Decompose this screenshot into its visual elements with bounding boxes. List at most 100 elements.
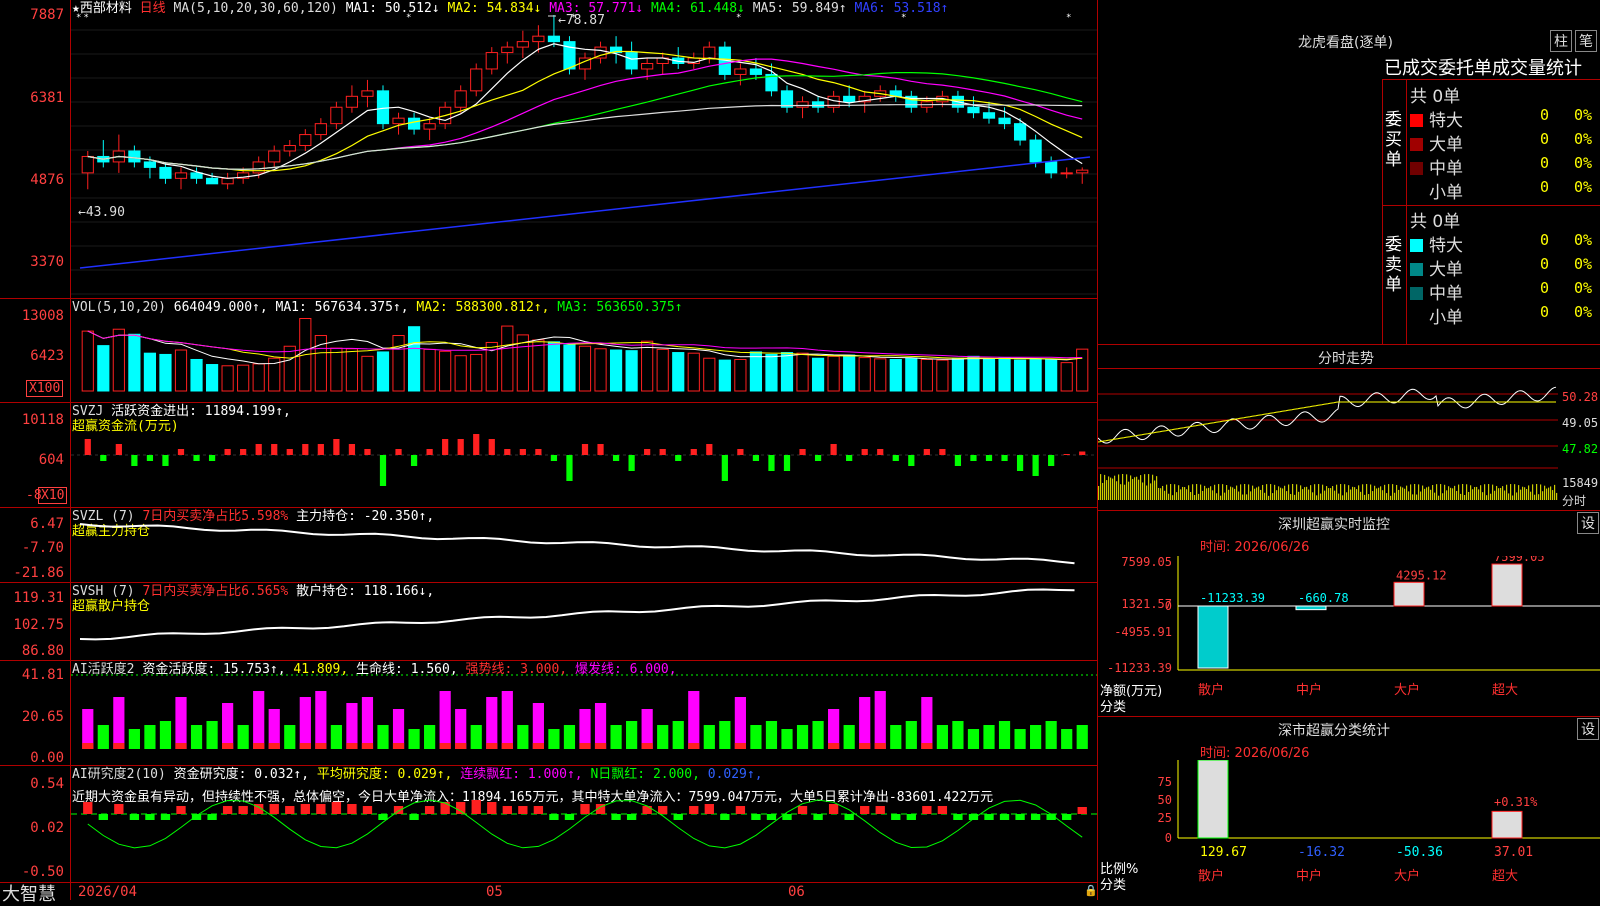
price-tick-0: 7887 — [30, 7, 64, 23]
flow-bar-in — [255, 444, 262, 455]
intraday-vol-bar — [1340, 484, 1342, 500]
flow-bar-out — [379, 455, 387, 486]
ai-bar-base — [268, 743, 280, 749]
research-bar-red — [222, 806, 233, 814]
class-settings-button[interactable]: 设 — [1577, 718, 1599, 740]
ai-bar-hot — [532, 703, 544, 749]
research-bar-red — [704, 804, 714, 814]
ai-bar-normal — [983, 725, 995, 749]
class-bar-chart[interactable]: 75 50 25 0 129.67 散户 -16.32 中户 -50.36 大户 37.01 超大 +0… — [1098, 760, 1600, 900]
research-bar-red — [797, 806, 808, 814]
flow-bar-in — [333, 439, 340, 455]
candle-down — [547, 35, 561, 43]
flow-bar-in — [644, 449, 651, 455]
monitor-category: 超大 — [1492, 683, 1518, 698]
monitor-bar-chart[interactable]: 7599.051321.570-4955.91-11233.39-11233.3… — [1098, 556, 1600, 716]
monitor-tick: 7599.05 — [1121, 556, 1172, 569]
monitor-time: 时间: 2026/06/26 — [1200, 540, 1310, 555]
retail-holding-chart[interactable] — [0, 583, 1098, 660]
retail-line — [79, 588, 1075, 641]
vol-bar-down — [1045, 358, 1058, 392]
flow-bar-in — [706, 444, 713, 455]
intraday-vol-bar — [1422, 485, 1424, 500]
intraday-chart[interactable] — [1098, 368, 1558, 510]
flow-bar-in — [861, 449, 868, 455]
intraday-vol-bar — [1380, 486, 1382, 500]
intraday-vol-bar — [1416, 494, 1418, 500]
tab-orders[interactable]: 委托单 — [1438, 58, 1492, 79]
flow-bar-out — [846, 455, 853, 461]
intraday-vol-bar — [1298, 491, 1300, 500]
intraday-title: 分时走势 — [1318, 351, 1374, 367]
candlestick-chart[interactable]: ********* — [0, 0, 1098, 298]
ai-bar-normal — [1045, 721, 1057, 749]
ai-bar-hot — [501, 691, 513, 749]
intraday-vol-bar — [1556, 492, 1558, 500]
bar-mode-button[interactable]: 柱 — [1550, 30, 1572, 52]
ai-bar-normal — [284, 725, 296, 749]
intraday-vol-bar — [1540, 484, 1542, 500]
vol-bar-up — [594, 348, 607, 392]
ai-bar-hot — [594, 703, 607, 749]
candle-up — [516, 41, 529, 48]
monitor-bar — [1295, 605, 1327, 611]
vol-tick-1: 6423 — [30, 348, 64, 364]
dzh-logo[interactable]: 大智慧 — [2, 880, 56, 906]
intraday-vol-bar — [1266, 484, 1268, 500]
intraday-vol-bar — [1502, 486, 1504, 500]
candle-down — [128, 150, 141, 163]
buy-row-name: 特大 — [1429, 111, 1463, 131]
monitor-bar — [1393, 581, 1425, 607]
ai-bar-normal — [377, 725, 389, 749]
tick-mode-button[interactable]: 笔 — [1575, 30, 1597, 52]
class-category: 中户 — [1296, 868, 1322, 884]
monitor-bar — [1197, 605, 1229, 669]
ai-activity-chart[interactable] — [0, 661, 1098, 765]
intraday-vol-bar — [1496, 485, 1498, 500]
flow-bar-in — [457, 439, 464, 455]
research-bar-red — [533, 806, 544, 814]
ai-bar-hot — [874, 691, 886, 749]
svzj-tick-0: 10118 — [21, 412, 64, 428]
date-label-may: 05 — [486, 884, 503, 900]
flow-bar-out — [628, 455, 635, 471]
buy-row-label: 小单 — [1410, 178, 1463, 203]
volume-chart[interactable] — [0, 299, 1098, 399]
intraday-tick-2: 47.82 — [1562, 442, 1599, 456]
intraday-vol-bar — [1504, 490, 1506, 500]
vol-bar-down — [205, 364, 219, 392]
intraday-vol-bar — [1456, 490, 1458, 500]
intraday-vol-bar — [1534, 494, 1536, 500]
intraday-vol-bar — [1294, 494, 1296, 500]
fund-flow-chart[interactable] — [0, 403, 1098, 507]
research-bar-green — [1062, 814, 1072, 820]
flow-bar-out — [985, 455, 993, 461]
svzl-tick-1: -7.70 — [21, 540, 64, 556]
intraday-vol-bar — [1150, 483, 1152, 500]
intraday-vol-bar — [1234, 488, 1236, 500]
monitor-settings-button[interactable]: 设 — [1577, 512, 1599, 534]
intraday-vol-bar — [1492, 484, 1494, 500]
intraday-vol-bar — [1132, 478, 1134, 500]
vol-bar-down — [190, 358, 203, 392]
candle-up — [485, 52, 498, 70]
sell-row-count: 0 — [1540, 231, 1550, 249]
tab-volume-stats[interactable]: 成交量统计 — [1492, 58, 1582, 79]
sell-row-pct: 0% — [1574, 231, 1593, 249]
lock-icon[interactable]: 🔒 — [1084, 884, 1098, 897]
intraday-vol-bar — [1222, 484, 1224, 500]
research-bar-green — [409, 814, 419, 820]
ai-research-chart[interactable] — [0, 766, 1098, 882]
research-bar-green — [751, 814, 761, 820]
tab-filled[interactable]: 已成交 — [1384, 58, 1438, 79]
intraday-vol-bar — [1236, 485, 1238, 500]
ai-bar-hot — [734, 697, 746, 749]
candle-down — [1013, 123, 1027, 141]
intraday-vol-bar — [1308, 489, 1310, 500]
intraday-vol-bar — [1328, 488, 1330, 500]
flow-bar-in — [877, 449, 884, 455]
intraday-vol-bar — [1116, 481, 1118, 500]
intraday-vol-bar — [1494, 490, 1496, 500]
main-force-holding-chart[interactable] — [0, 508, 1098, 582]
intraday-vol-bar — [1166, 484, 1168, 500]
